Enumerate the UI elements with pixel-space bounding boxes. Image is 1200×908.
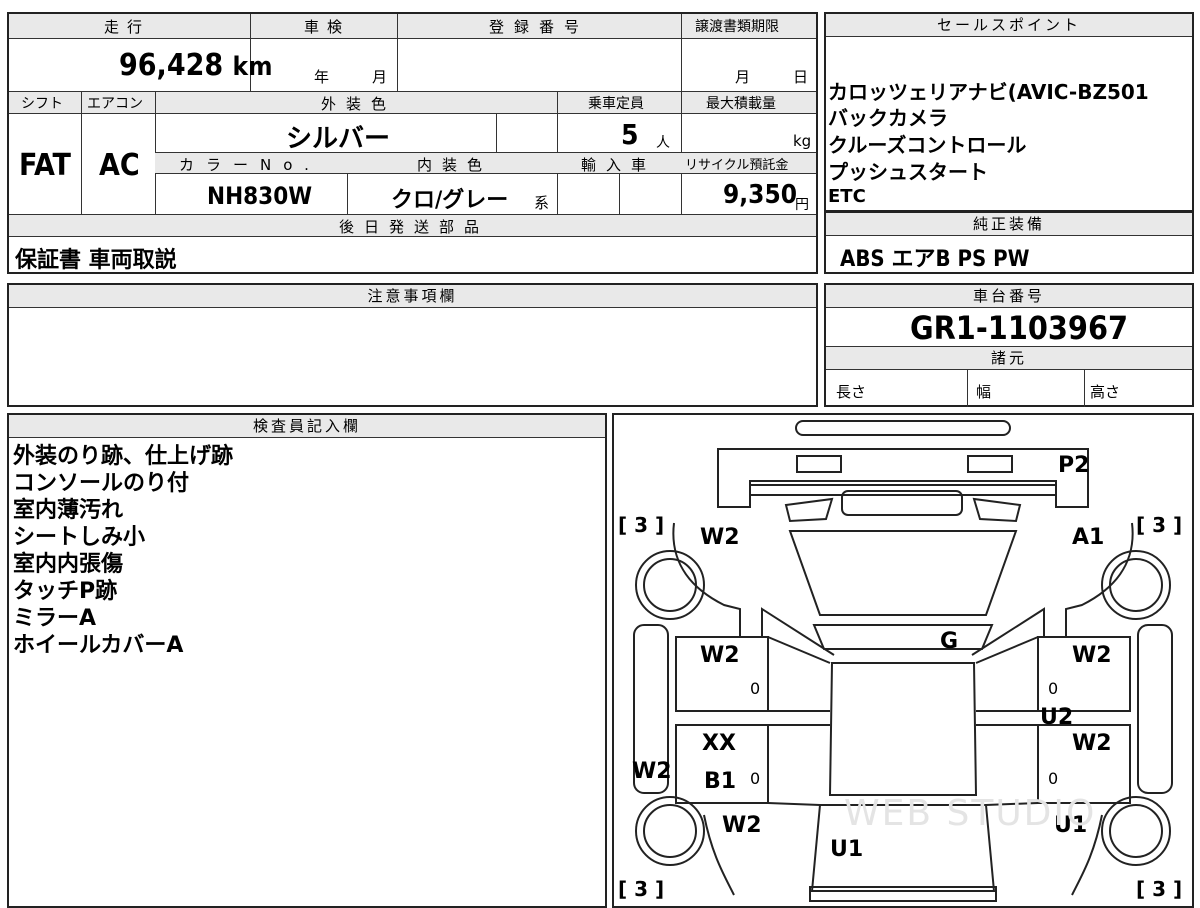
damage-label: A1 <box>1072 525 1105 550</box>
zero-mark: 0 <box>750 679 761 698</box>
damage-label: W2 <box>700 643 740 668</box>
capacity-value: 5 <box>621 118 639 151</box>
shift-value: FAT <box>19 148 71 183</box>
inspector-note: ホイールカバーA <box>13 633 184 658</box>
chassis-box: 車台番号 GR1-1103967 諸元 長さ 幅 高さ <box>824 283 1194 407</box>
inspector-note: ミラーA <box>13 606 97 631</box>
ac-header: エアコン <box>87 96 143 112</box>
sales-item-4: プッシュスタート <box>828 160 988 184</box>
recycle-header: リサイクル預託金 <box>685 158 789 173</box>
car-diagram-box: [ 3 ] [ 3 ] [ 3 ] [ 3 ] P2 W2 A1 G W2 W2… <box>612 413 1194 908</box>
equipment-value: ABS エアB PS PW <box>840 247 1030 272</box>
recycle-unit: 円 <box>795 197 809 213</box>
sales-item-2: バックカメラ <box>828 106 948 130</box>
import-header: 輸入車 <box>581 156 657 174</box>
max-load-header: 最大積載量 <box>706 96 776 112</box>
watermark: WEB STUDIO <box>844 793 1097 834</box>
chassis-number: GR1-1103967 <box>910 309 1128 347</box>
caution-box: 注意事項欄 <box>7 283 818 407</box>
ext-color-header: 外装色 <box>321 95 397 113</box>
mileage-unit: km <box>232 52 273 82</box>
inspector-box: 検査員記入欄 外装のり跡、仕上げ跡 コンソールのり付 室内薄汚れ シートしみ小 … <box>7 413 607 908</box>
int-color-value: クロ/グレー <box>391 188 509 213</box>
capacity-unit: 人 <box>656 135 670 151</box>
damage-label: W2 <box>700 525 740 550</box>
damage-label: W2 <box>1072 731 1112 756</box>
recycle-value: 9,350 <box>723 180 797 210</box>
inspector-header: 検査員記入欄 <box>9 415 605 438</box>
inspector-note: 外装のり跡、仕上げ跡 <box>13 444 234 469</box>
damage-label: XX <box>702 731 736 756</box>
spec-height-label: 高さ <box>1090 383 1121 401</box>
damage-label: P2 <box>1058 453 1090 478</box>
load-unit: kg <box>793 132 812 150</box>
transfer-month: 月 <box>735 68 751 86</box>
int-color-suffix: 系 <box>534 194 550 212</box>
sales-item-5: ETC <box>828 186 866 207</box>
chassis-header: 車台番号 <box>826 285 1192 308</box>
inspector-note: 室内内張傷 <box>13 552 124 577</box>
tire-mark-front-left: [ 3 ] <box>618 513 665 537</box>
shaken-header: 車検 <box>304 18 351 36</box>
inspector-note: 室内薄汚れ <box>13 498 124 523</box>
inspector-note: シートしみ小 <box>13 525 146 550</box>
equipment-header: 純正装備 <box>826 213 1192 236</box>
damage-label: B1 <box>704 769 737 794</box>
shaken-month: 月 <box>372 68 388 86</box>
zero-mark: 0 <box>1048 769 1059 788</box>
inspector-note: タッチP跡 <box>13 579 118 604</box>
color-no-header: カラーNo. <box>179 156 321 174</box>
sales-item-3: クルーズコントロール <box>828 133 1027 157</box>
later-parts-value: 保証書 車両取説 <box>15 248 177 273</box>
sales-point-box: セールスポイント カロッツェリアナビ(AVIC-BZ501 バックカメラ クルー… <box>824 12 1194 212</box>
tire-mark-rear-right: [ 3 ] <box>1136 877 1183 901</box>
equipment-box: 純正装備 ABS エアB PS PW <box>824 211 1194 274</box>
shaken-year: 年 <box>314 68 330 86</box>
damage-label: W2 <box>722 813 762 838</box>
ext-color-value: シルバー <box>286 124 391 154</box>
transfer-day: 日 <box>793 68 809 86</box>
tire-mark-front-right: [ 3 ] <box>1136 513 1183 537</box>
damage-label: W2 <box>632 759 672 784</box>
damage-label: W2 <box>1072 643 1112 668</box>
damage-label: U1 <box>830 837 864 862</box>
mileage-value: 96,428 <box>119 48 224 83</box>
color-no-value: NH830W <box>207 182 313 210</box>
tire-mark-rear-left: [ 3 ] <box>618 877 665 901</box>
inspector-note: コンソールのり付 <box>13 471 190 496</box>
vehicle-info-table: 走行 車検 登録番号 譲渡書類期限 96,428 km 年 月 月 日 シフト … <box>7 12 818 274</box>
spec-width-label: 幅 <box>976 383 992 401</box>
capacity-header: 乗車定員 <box>588 96 644 112</box>
caution-header: 注意事項欄 <box>9 285 816 308</box>
ac-value: AC <box>99 148 140 183</box>
mileage-header: 走行 <box>104 18 151 36</box>
inspector-notes: 外装のり跡、仕上げ跡 コンソールのり付 室内薄汚れ シートしみ小 室内内張傷 タ… <box>13 443 233 659</box>
registration-header: 登録番号 <box>489 18 590 36</box>
shift-header: シフト <box>21 96 63 112</box>
sales-item-1: カロッツェリアナビ(AVIC-BZ501 <box>828 80 1149 104</box>
damage-label: G <box>940 629 959 654</box>
later-parts-header: 後日発送部品 <box>339 218 490 236</box>
transfer-deadline-header: 譲渡書類期限 <box>695 19 779 35</box>
specs-header: 諸元 <box>826 346 1192 370</box>
int-color-header: 内装色 <box>417 156 493 174</box>
damage-label: U2 <box>1040 705 1074 730</box>
zero-mark: 0 <box>1048 679 1059 698</box>
spec-length-label: 長さ <box>836 383 867 401</box>
sales-point-header: セールスポイント <box>826 14 1192 37</box>
zero-mark: 0 <box>750 769 761 788</box>
